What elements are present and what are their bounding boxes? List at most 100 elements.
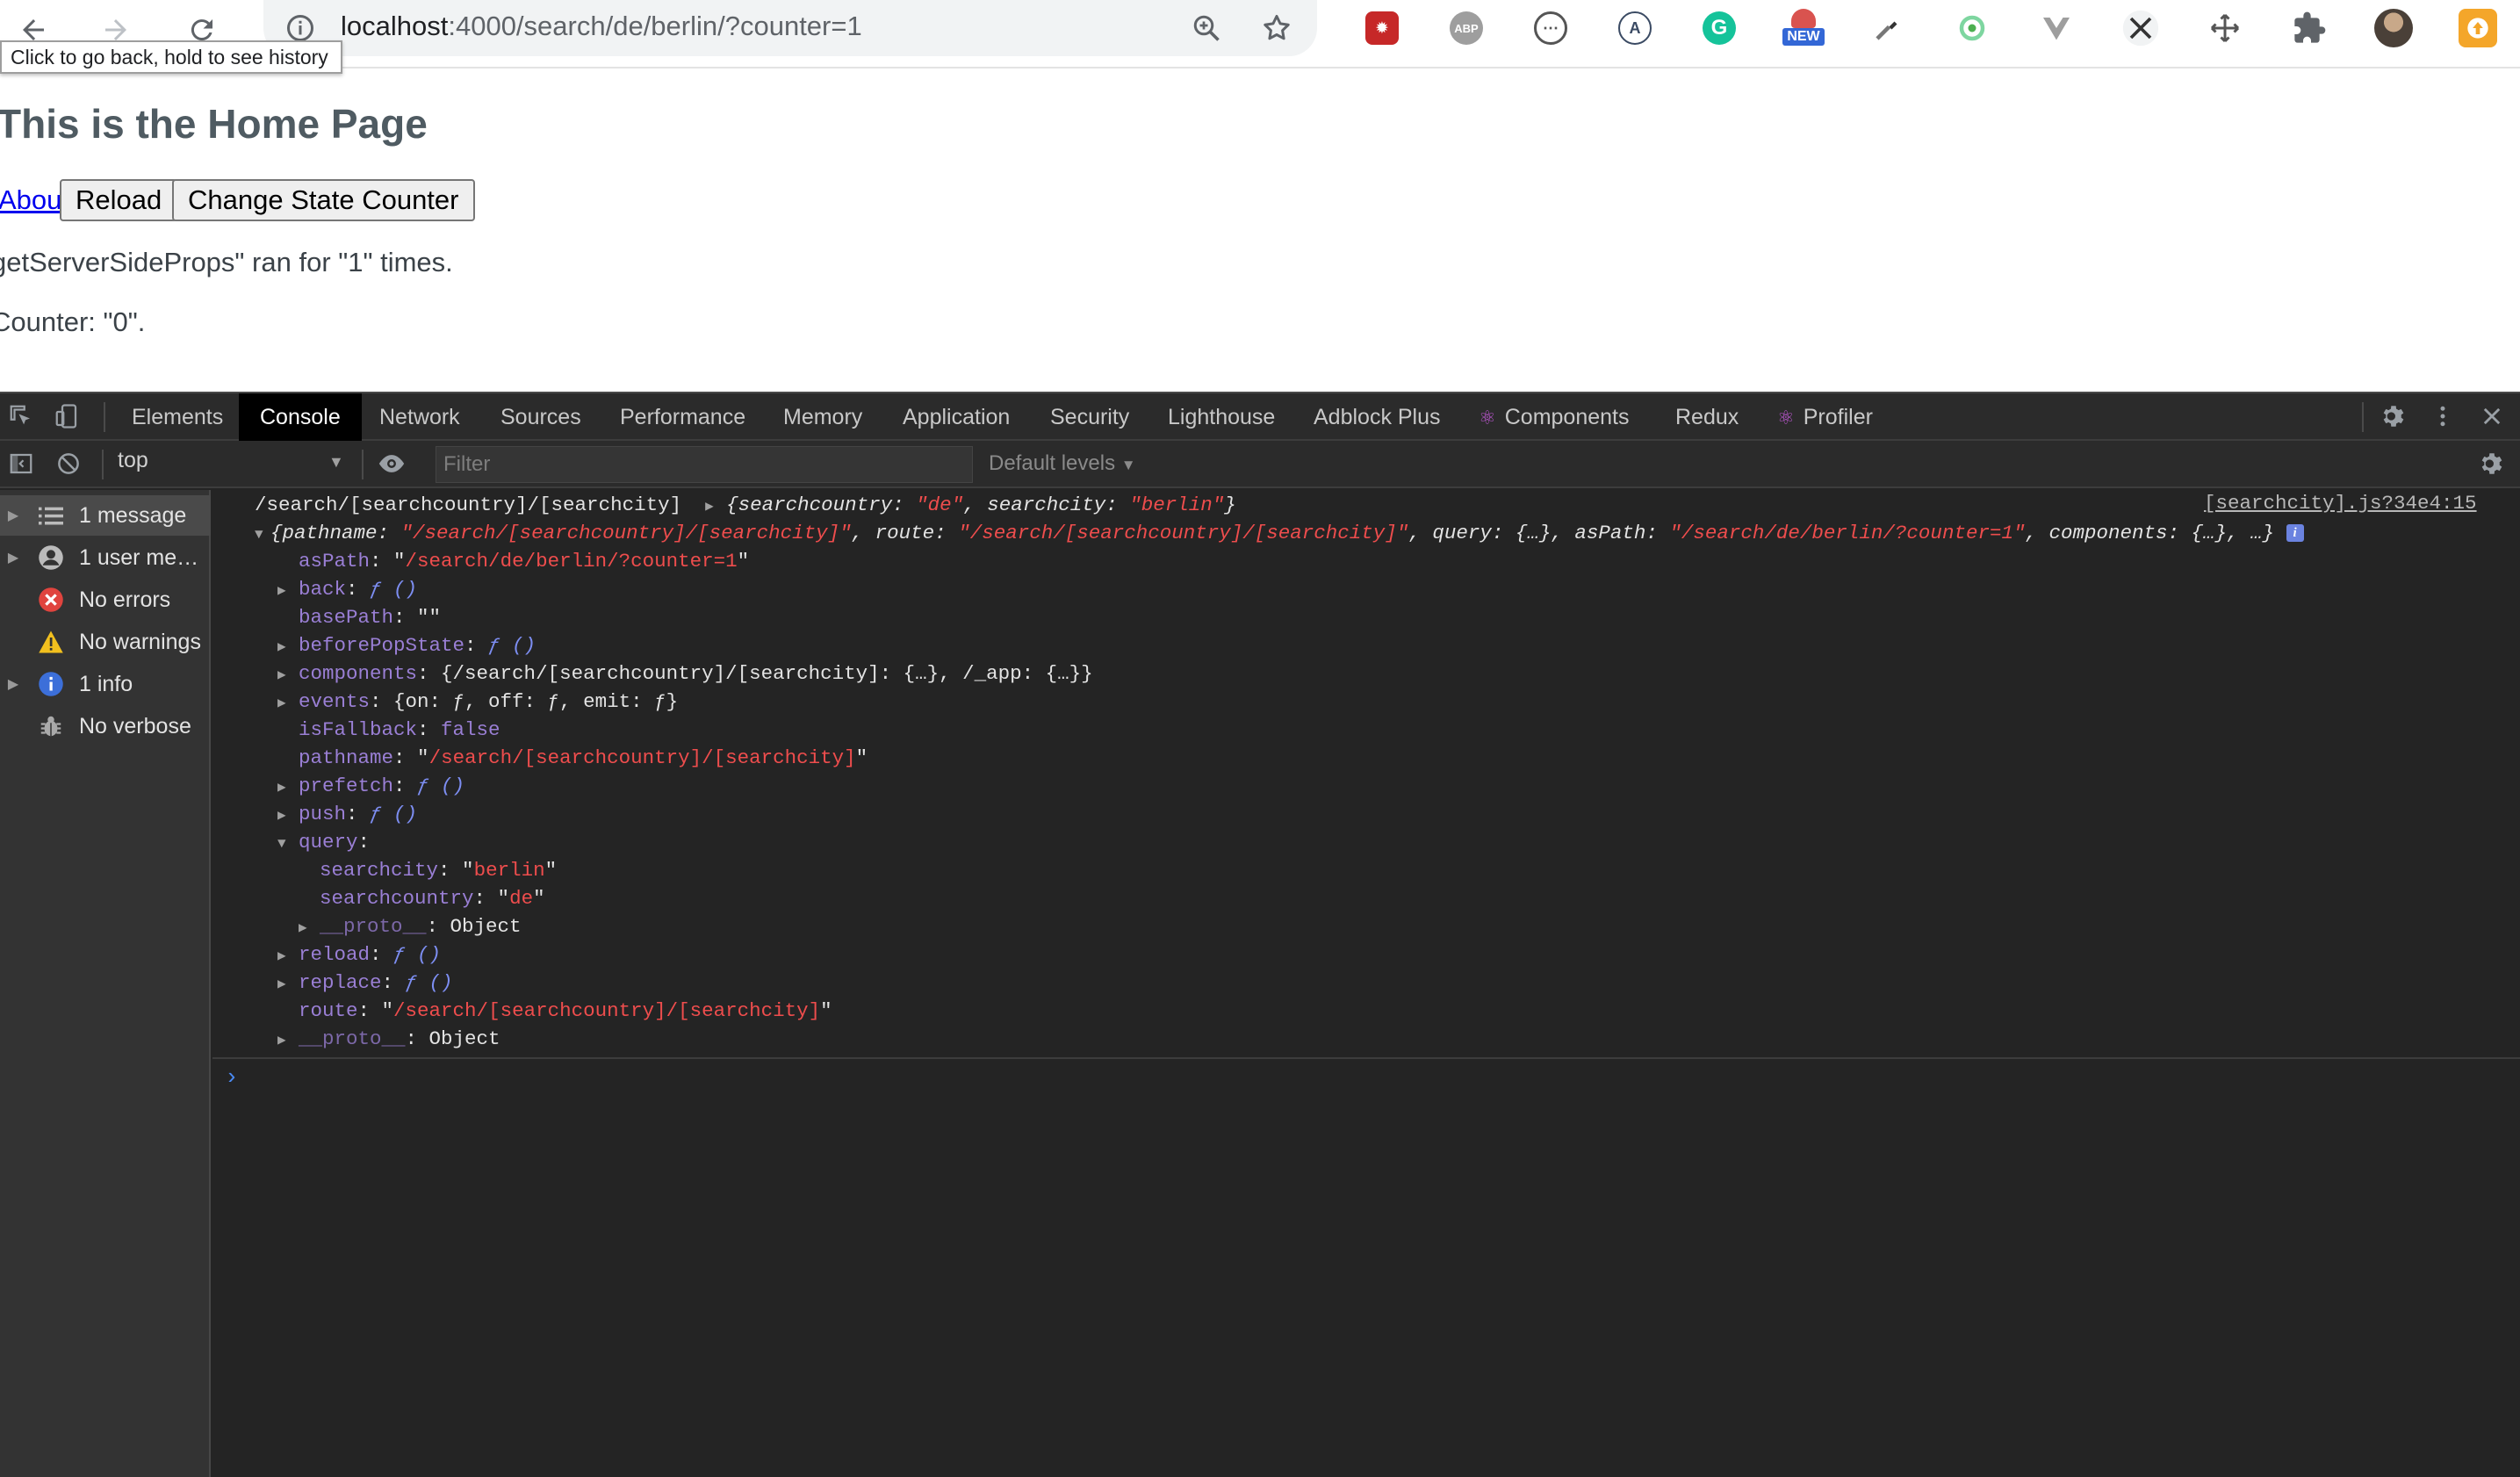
avatar[interactable]: [2371, 5, 2416, 51]
address-bar[interactable]: localhost:4000/search/de/berlin/?counter…: [263, 0, 1317, 56]
sidebar-toggle-icon[interactable]: [4, 446, 39, 481]
grammarly-ext-icon[interactable]: G: [1696, 5, 1742, 51]
expand-arrow-icon[interactable]: ▶: [0, 507, 21, 524]
prop-components[interactable]: ▶ components: {/search/[searchcountry]/[s…: [277, 660, 1093, 687]
device-toolbar-icon[interactable]: [49, 399, 84, 434]
eye-icon[interactable]: [374, 446, 409, 481]
chevron-down-icon[interactable]: ▼: [328, 453, 344, 472]
eyedropper-ext-icon[interactable]: [1865, 5, 1911, 51]
tab-redux[interactable]: Redux: [1675, 393, 1739, 441]
dots-ext-icon[interactable]: ⋯: [1528, 5, 1573, 51]
sidebar-item-label: No errors: [79, 587, 171, 612]
expand-arrow-icon[interactable]: ▶: [0, 549, 21, 566]
console-prompt-icon[interactable]: ›: [225, 1064, 239, 1091]
expand-arrow-icon[interactable]: ▶: [0, 675, 21, 693]
tab-elements[interactable]: Elements: [132, 393, 223, 441]
expand-arrow-icon[interactable]: ▶: [277, 578, 299, 604]
a-ext-icon[interactable]: A: [1612, 5, 1658, 51]
tab-adblock-plus[interactable]: Adblock Plus: [1314, 393, 1441, 441]
bug-icon: [33, 712, 68, 740]
back-button-tooltip: Click to go back, hold to see history: [0, 40, 342, 74]
change-state-counter-button[interactable]: Change State Counter: [172, 179, 475, 221]
page-title: This is the Home Page: [0, 101, 428, 147]
circle-ext-icon[interactable]: [1949, 5, 1995, 51]
expand-arrow-icon[interactable]: ▶: [277, 803, 299, 829]
prop-reload[interactable]: ▶ reload: ƒ (): [277, 941, 441, 968]
more-options-icon[interactable]: [2425, 399, 2460, 434]
site-info-icon[interactable]: [284, 12, 316, 44]
tab-console[interactable]: Console: [239, 393, 362, 441]
console-settings-gear-icon[interactable]: [2474, 446, 2509, 481]
prop-query[interactable]: ▼ query:: [277, 829, 370, 855]
list-icon: [33, 501, 68, 530]
expand-arrow-icon[interactable]: ▶: [277, 1027, 299, 1054]
tab-application[interactable]: Application: [903, 393, 1010, 441]
settings-gear-icon[interactable]: [2376, 399, 2411, 434]
expand-arrow-icon[interactable]: ▶: [277, 943, 299, 969]
tab-memory[interactable]: Memory: [783, 393, 862, 441]
collapse-arrow-icon[interactable]: ▼: [277, 831, 299, 857]
tab-sources[interactable]: Sources: [500, 393, 581, 441]
cross-ext-icon[interactable]: [2118, 5, 2164, 51]
sidebar-item-user-messages[interactable]: ▶ 1 user mes…: [0, 537, 211, 578]
sidebar-item-info[interactable]: ▶ 1 info: [0, 664, 211, 704]
prop-back[interactable]: ▶ back: ƒ (): [277, 576, 417, 602]
sidebar-item-label: No verbose: [79, 713, 191, 738]
collapse-arrow-icon[interactable]: ▼: [255, 522, 270, 548]
prop-prefetch[interactable]: ▶ prefetch: ƒ (): [277, 773, 464, 799]
abp-ext-icon[interactable]: ABP: [1444, 5, 1489, 51]
expand-arrow-icon[interactable]: ▶: [705, 494, 726, 520]
upload-ext-icon[interactable]: [2455, 5, 2501, 51]
sidebar-item-messages[interactable]: ▶ 1 message: [0, 495, 211, 536]
prop-beforepopstate[interactable]: ▶ beforePopState: ƒ (): [277, 632, 536, 659]
tab-network[interactable]: Network: [379, 393, 460, 441]
console-toolbar: top ▼ Default levels ▼: [0, 441, 2520, 488]
info-badge-icon[interactable]: i: [2286, 524, 2304, 543]
reload-button[interactable]: Reload: [60, 179, 178, 221]
sidebar-item-errors[interactable]: No errors: [0, 580, 211, 620]
tab-profiler[interactable]: ⚛ Profiler: [1777, 393, 1873, 441]
sidebar-item-warnings[interactable]: No warnings: [0, 622, 211, 662]
prop-events[interactable]: ▶ events: {on: ƒ, off: ƒ, emit: ƒ}: [277, 688, 678, 715]
prop-route: route: "/search/[searchcountry]/[searchc…: [299, 999, 832, 1022]
prop-replace[interactable]: ▶ replace: ƒ (): [277, 969, 453, 996]
new-badge-ext-icon[interactable]: NEW: [1781, 5, 1826, 51]
filter-field[interactable]: [436, 446, 973, 483]
move-ext-icon[interactable]: [2202, 5, 2248, 51]
expand-arrow-icon[interactable]: ▶: [299, 915, 320, 941]
url-text[interactable]: localhost:4000/search/de/berlin/?counter…: [341, 11, 862, 42]
filter-input[interactable]: [436, 447, 972, 482]
prop-query-proto[interactable]: ▶ __proto__: Object: [299, 913, 522, 940]
tab-security[interactable]: Security: [1050, 393, 1129, 441]
vue-ext-icon[interactable]: [2034, 5, 2079, 51]
prop-query-searchcountry: searchcountry: "de": [320, 887, 545, 910]
log-levels-dropdown[interactable]: Default levels ▼: [989, 451, 1136, 476]
react-icon: ⚛: [1479, 407, 1496, 429]
puzzle-ext-icon[interactable]: [2286, 5, 2332, 51]
close-devtools-icon[interactable]: [2474, 399, 2509, 434]
tab-components[interactable]: ⚛ Components: [1479, 393, 1629, 441]
expand-arrow-icon[interactable]: ▶: [277, 775, 299, 801]
expand-arrow-icon[interactable]: ▶: [277, 690, 299, 717]
expand-arrow-icon[interactable]: ▶: [277, 662, 299, 688]
clear-console-icon[interactable]: [51, 446, 86, 481]
source-link[interactable]: [searchcity].js?34e4:15: [2204, 490, 2477, 516]
prop-proto[interactable]: ▶ __proto__: Object: [277, 1026, 500, 1052]
router-object-summary[interactable]: ▼ {pathname: "/search/[searchcountry]/[se…: [255, 520, 2304, 546]
log-line: /search/[searchcountry]/[searchcity] ▶ {s…: [255, 492, 1236, 518]
sidebar-item-label: 1 info: [79, 671, 133, 696]
error-icon: [33, 586, 68, 614]
inspect-element-icon[interactable]: [4, 399, 39, 434]
expand-arrow-icon[interactable]: ▶: [277, 634, 299, 660]
context-selector[interactable]: top: [118, 448, 148, 473]
react-devtools-ext-icon[interactable]: ✹: [1359, 5, 1405, 51]
expand-arrow-icon[interactable]: ▶: [277, 971, 299, 998]
zoom-icon[interactable]: [1187, 9, 1226, 47]
tab-performance[interactable]: Performance: [620, 393, 745, 441]
warning-icon: [33, 628, 68, 656]
prop-push[interactable]: ▶ push: ƒ (): [277, 801, 417, 827]
sidebar-item-verbose[interactable]: No verbose: [0, 706, 211, 746]
bookmark-star-icon[interactable]: [1257, 9, 1296, 47]
tab-lighthouse[interactable]: Lighthouse: [1168, 393, 1275, 441]
log-path: /search/[searchcountry]/[searchcity]: [255, 494, 682, 516]
